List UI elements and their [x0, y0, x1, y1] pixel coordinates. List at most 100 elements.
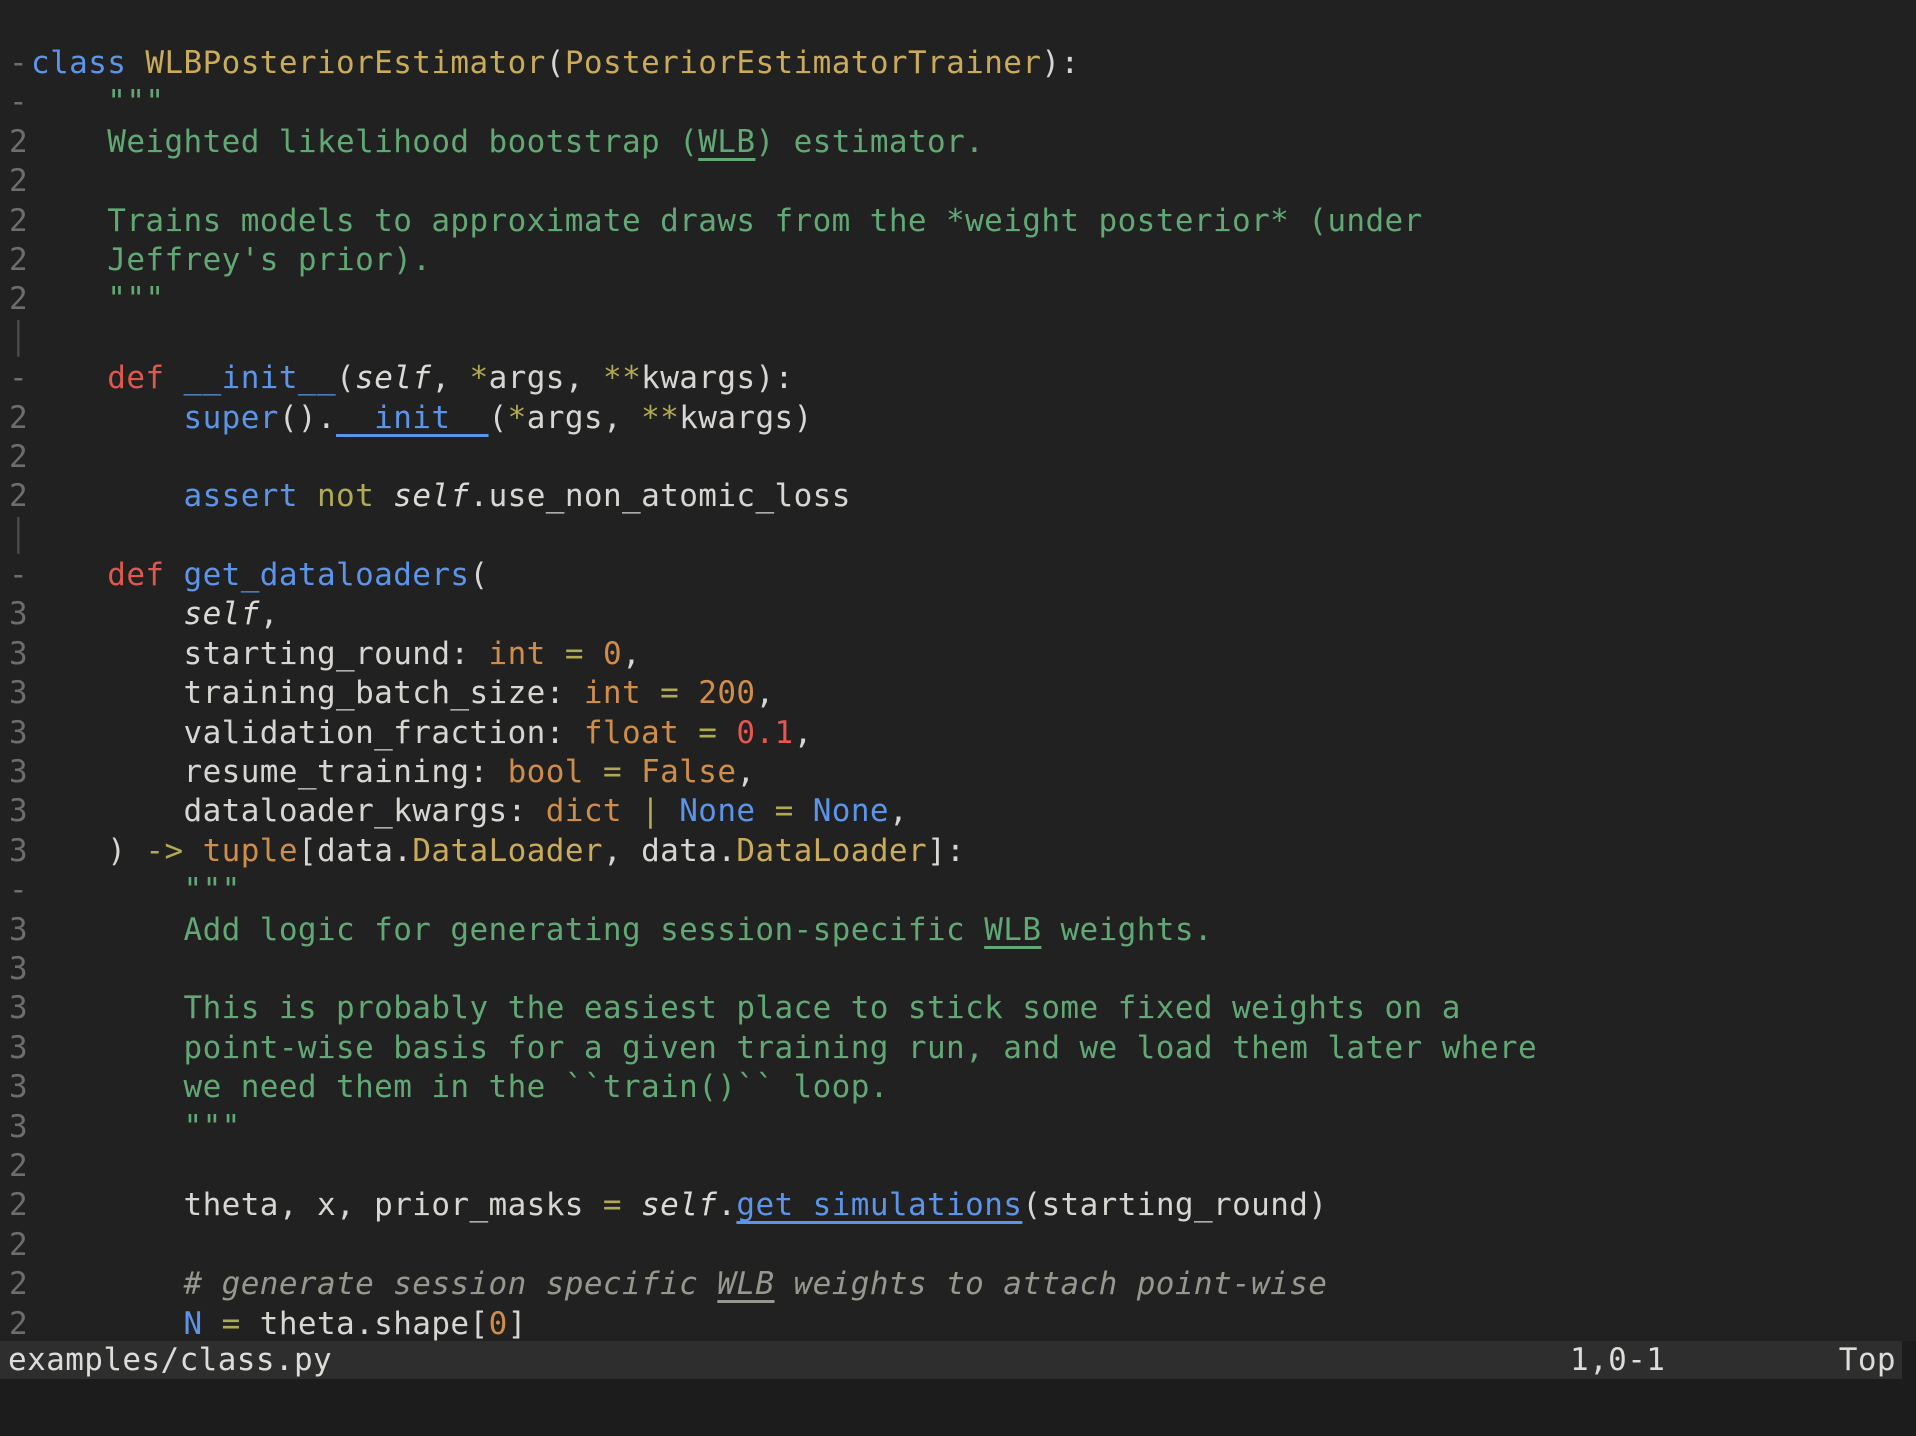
code-token: [717, 715, 736, 751]
code-line[interactable]: │: [0, 517, 1916, 556]
code-token: Weighted likelihood bootstrap (: [31, 124, 698, 160]
code-line[interactable]: -class WLBPosteriorEstimator(PosteriorEs…: [0, 44, 1916, 83]
code-token: get_dataloaders: [184, 557, 470, 593]
code-line[interactable]: 2: [0, 162, 1916, 201]
code-text: """: [0, 871, 241, 910]
code-line[interactable]: 2 Trains models to approximate draws fro…: [0, 202, 1916, 241]
code-token: class: [31, 45, 126, 81]
fold-open-marker[interactable]: -: [9, 871, 31, 910]
code-line[interactable]: 2 Weighted likelihood bootstrap (WLB) es…: [0, 123, 1916, 162]
fold-open-marker[interactable]: -: [9, 44, 31, 83]
code-line[interactable]: 3 we need them in the ``train()`` loop.: [0, 1068, 1916, 1107]
code-token: ]:: [927, 833, 965, 869]
code-line[interactable]: 2 """: [0, 280, 1916, 319]
code-token: bool: [508, 754, 584, 790]
code-line[interactable]: 3: [0, 950, 1916, 989]
code-token: point-wise basis for a given training ru…: [31, 1030, 1537, 1066]
code-token: [794, 793, 813, 829]
fold-level-number: 3: [9, 753, 31, 792]
fold-level-number: 3: [9, 950, 31, 989]
code-line[interactable]: 2 N = theta.shape[0]: [0, 1305, 1916, 1344]
code-token: ,: [260, 596, 279, 632]
code-token: ): [31, 833, 145, 869]
code-line[interactable]: 2 super().__init__(*args, **kwargs): [0, 399, 1916, 438]
code-token: 200: [698, 675, 755, 711]
code-token: """: [31, 281, 164, 317]
code-token: **: [641, 400, 679, 436]
code-token: =: [565, 636, 584, 672]
code-text: Jeffrey's prior).: [0, 241, 431, 280]
code-token: ,: [755, 675, 774, 711]
code-line[interactable]: - def get_dataloaders(: [0, 556, 1916, 595]
code-line[interactable]: 2: [0, 1147, 1916, 1186]
code-text: class WLBPosteriorEstimator(PosteriorEst…: [0, 44, 1080, 83]
code-text: validation_fraction: float = 0.1,: [0, 714, 813, 753]
fold-level-number: 3: [9, 714, 31, 753]
fold-level-bar: │: [9, 517, 31, 556]
code-line[interactable]: - """: [0, 871, 1916, 910]
code-token: [622, 793, 641, 829]
code-line[interactable]: 3 training_batch_size: int = 200,: [0, 674, 1916, 713]
code-line[interactable]: 2 theta, x, prior_masks = self.get_simul…: [0, 1186, 1916, 1225]
code-text: dataloader_kwargs: dict | None = None,: [0, 792, 908, 831]
code-token: =: [660, 675, 679, 711]
code-line[interactable]: 3 resume_training: bool = False,: [0, 753, 1916, 792]
code-text: theta, x, prior_masks = self.get_simulat…: [0, 1186, 1327, 1225]
code-token: This is probably the easiest place to st…: [31, 990, 1461, 1026]
code-line[interactable]: - def __init__(self, *args, **kwargs):: [0, 359, 1916, 398]
code-token: None: [679, 793, 755, 829]
code-token: weights.: [1041, 912, 1213, 948]
editor-window: -class WLBPosteriorEstimator(PosteriorEs…: [0, 0, 1916, 1436]
code-token: ) estimator.: [755, 124, 984, 160]
code-token: **: [603, 360, 641, 396]
fold-level-number: 2: [9, 123, 31, 162]
code-text: def __init__(self, *args, **kwargs):: [0, 359, 794, 398]
fold-level-number: 3: [9, 1068, 31, 1107]
code-token: args,: [527, 400, 641, 436]
code-token: super: [31, 400, 279, 436]
fold-open-marker[interactable]: -: [9, 556, 31, 595]
fold-level-number: 2: [9, 241, 31, 280]
code-line[interactable]: 3 validation_fraction: float = 0.1,: [0, 714, 1916, 753]
code-token: __init__: [184, 360, 337, 396]
fold-level-bar: │: [9, 320, 31, 359]
code-token: (: [546, 45, 565, 81]
code-token: [660, 793, 679, 829]
code-line[interactable]: 3 dataloader_kwargs: dict | None = None,: [0, 792, 1916, 831]
status-bar: examples/class.py 1,0-1 Top: [0, 1341, 1902, 1379]
code-token: WLB: [984, 912, 1041, 948]
code-token: None: [813, 793, 889, 829]
code-token: (: [470, 557, 489, 593]
code-line[interactable]: - """: [0, 83, 1916, 122]
code-token: 0.1: [736, 715, 793, 751]
code-line[interactable]: │: [0, 320, 1916, 359]
fold-level-number: 2: [9, 280, 31, 319]
code-token: [data.: [298, 833, 412, 869]
code-token: PosteriorEstimatorTrainer: [565, 45, 1042, 81]
code-token: ().: [279, 400, 336, 436]
code-line[interactable]: 3 ) -> tuple[data.DataLoader, data.DataL…: [0, 832, 1916, 871]
code-token: [374, 478, 393, 514]
code-line[interactable]: 3 """: [0, 1108, 1916, 1147]
fold-open-marker[interactable]: -: [9, 83, 31, 122]
code-token: *: [470, 360, 489, 396]
code-token: resume_training:: [31, 754, 508, 790]
code-line[interactable]: 2: [0, 438, 1916, 477]
code-line[interactable]: 2 assert not self.use_non_atomic_loss: [0, 477, 1916, 516]
code-line[interactable]: 3 Add logic for generating session-speci…: [0, 911, 1916, 950]
code-line[interactable]: 3 point-wise basis for a given training …: [0, 1029, 1916, 1068]
code-line[interactable]: 3 This is probably the easiest place to …: [0, 989, 1916, 1028]
code-text: starting_round: int = 0,: [0, 635, 641, 674]
code-token: [584, 636, 603, 672]
code-line[interactable]: 2 # generate session specific WLB weight…: [0, 1265, 1916, 1304]
command-line-area: [0, 1379, 1916, 1436]
fold-open-marker[interactable]: -: [9, 359, 31, 398]
code-token: [679, 675, 698, 711]
code-token: get_simulations: [736, 1187, 1022, 1223]
code-line[interactable]: 2: [0, 1226, 1916, 1265]
code-token: .: [717, 1187, 736, 1223]
code-token: WLBPosteriorEstimator: [145, 45, 545, 81]
code-line[interactable]: 3 self,: [0, 595, 1916, 634]
code-line[interactable]: 2 Jeffrey's prior).: [0, 241, 1916, 280]
code-line[interactable]: 3 starting_round: int = 0,: [0, 635, 1916, 674]
